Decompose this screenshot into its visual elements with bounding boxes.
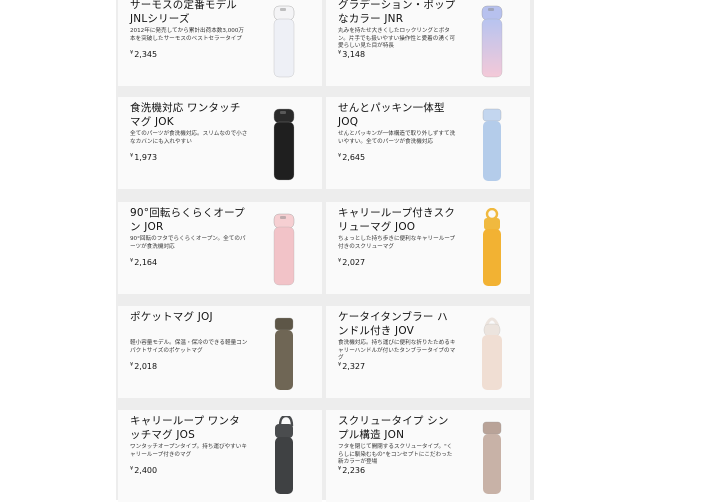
- price-value: 2,018: [134, 362, 158, 371]
- currency-symbol: ¥: [338, 362, 342, 368]
- bottle-image[interactable]: [480, 103, 504, 183]
- product-price: ¥2,345: [130, 50, 157, 59]
- product-price: ¥2,645: [338, 153, 365, 162]
- currency-symbol: ¥: [338, 153, 342, 159]
- product-card[interactable]: 食洗機対応 ワンタッチマグ JOK 全てのパーツが食洗機対応。スリムなので小さな…: [118, 97, 322, 189]
- bottle-image[interactable]: [272, 103, 296, 183]
- product-price: ¥2,164: [130, 258, 157, 267]
- price-value: 2,236: [342, 466, 366, 475]
- product-price: ¥2,027: [338, 258, 365, 267]
- product-title[interactable]: キャリーループ付きスクリューマグ JOO: [338, 206, 456, 234]
- product-description: 90°回転のフタでらくらくオープン。全てのパーツが食洗機対応: [130, 236, 246, 250]
- product-title[interactable]: サーモスの定番モデル JNLシリーズ: [130, 0, 248, 26]
- product-description: 食洗機対応。持ち運びに便利な折りたためるキャリーハンドルが付いたタンブラータイプ…: [338, 340, 456, 362]
- currency-symbol: ¥: [130, 466, 134, 472]
- currency-symbol: ¥: [130, 362, 134, 368]
- price-value: 3,148: [342, 50, 366, 59]
- product-description: ちょっとした持ち歩きに便利なキャリーループ付きのスクリューマグ: [338, 236, 456, 250]
- product-title[interactable]: ポケットマグ JOJ: [130, 310, 248, 324]
- product-description: 2012年に発売してから累計出荷本数3,000万本を突破したサーモスのベストセラ…: [130, 28, 244, 42]
- bottle-image[interactable]: [272, 416, 296, 496]
- product-card[interactable]: キャリーループ ワンタッチマグ JOS ワンタッチオープンタイプ。持ち運びやすい…: [118, 410, 322, 502]
- bottle-image[interactable]: [272, 0, 296, 80]
- product-card[interactable]: ポケットマグ JOJ 軽小容量モデル。保温・保冷のできる軽量コンパクトサイズのポ…: [118, 306, 322, 398]
- product-description: 全てのパーツが食洗機対応。スリムなので小さなカバンにも入れやすい: [130, 131, 248, 145]
- product-card[interactable]: スクリュータイプ シンプル構造 JON フタを閉じて開閉するスクリュータイプ。"…: [326, 410, 530, 502]
- product-card[interactable]: グラデーション・ポップなカラー JNR 丸みを持たせ大きくしたロックリングとボタ…: [326, 0, 530, 86]
- product-price: ¥1,973: [130, 153, 157, 162]
- price-value: 2,345: [134, 50, 158, 59]
- product-price: ¥2,327: [338, 362, 365, 371]
- currency-symbol: ¥: [130, 50, 134, 56]
- product-price: ¥2,018: [130, 362, 157, 371]
- currency-symbol: ¥: [130, 258, 134, 264]
- bottle-image[interactable]: [480, 208, 504, 288]
- product-title[interactable]: スクリュータイプ シンプル構造 JON: [338, 414, 456, 442]
- product-description: せんとパッキンが一体構造で取り外しずすて洗いやすい。全てのパーツが食洗機対応: [338, 131, 456, 145]
- product-description: 軽小容量モデル。保温・保冷のできる軽量コンパクトサイズのポケットマグ: [130, 340, 248, 354]
- product-card[interactable]: せんとパッキン一体型 JOQ せんとパッキンが一体構造で取り外しずすて洗いやすい…: [326, 97, 530, 189]
- product-title[interactable]: ケータイタンブラー ハンドル付き JOV: [338, 310, 456, 338]
- product-price: ¥2,236: [338, 466, 365, 475]
- price-value: 2,645: [342, 153, 366, 162]
- product-title[interactable]: グラデーション・ポップなカラー JNR: [338, 0, 456, 26]
- bottle-image[interactable]: [272, 312, 296, 392]
- product-card[interactable]: キャリーループ付きスクリューマグ JOO ちょっとした持ち歩きに便利なキャリール…: [326, 202, 530, 294]
- product-description: ワンタッチオープンタイプ。持ち運びやすいキャリーループ付きのマグ: [130, 444, 247, 458]
- product-title[interactable]: キャリーループ ワンタッチマグ JOS: [130, 414, 248, 442]
- price-value: 2,027: [342, 258, 366, 267]
- price-value: 1,973: [134, 153, 158, 162]
- bottle-image[interactable]: [480, 416, 504, 496]
- product-description: フタを閉じて開閉するスクリュータイプ。"くらしに馴染むもの"をコンセプトにこだわ…: [338, 444, 453, 466]
- price-value: 2,327: [342, 362, 366, 371]
- product-price: ¥3,148: [338, 50, 365, 59]
- currency-symbol: ¥: [130, 153, 134, 159]
- product-description: 丸みを持たせ大きくしたロックリングとボタン。片手でも扱いやすい操作性と愛着の湧く…: [338, 28, 456, 50]
- bottle-image[interactable]: [480, 0, 504, 80]
- product-card[interactable]: サーモスの定番モデル JNLシリーズ 2012年に発売してから累計出荷本数3,0…: [118, 0, 322, 86]
- currency-symbol: ¥: [338, 50, 342, 56]
- product-card[interactable]: ケータイタンブラー ハンドル付き JOV 食洗機対応。持ち運びに便利な折りたため…: [326, 306, 530, 398]
- bottle-image[interactable]: [272, 208, 296, 288]
- bottle-image[interactable]: [480, 312, 504, 392]
- product-title[interactable]: せんとパッキン一体型 JOQ: [338, 101, 456, 129]
- product-card[interactable]: 90°回転らくらくオープン JOR 90°回転のフタでらくらくオープン。全てのパ…: [118, 202, 322, 294]
- product-title[interactable]: 90°回転らくらくオープン JOR: [130, 206, 248, 234]
- price-value: 2,400: [134, 466, 158, 475]
- product-price: ¥2,400: [130, 466, 157, 475]
- currency-symbol: ¥: [338, 258, 342, 264]
- currency-symbol: ¥: [338, 466, 342, 472]
- price-value: 2,164: [134, 258, 158, 267]
- product-title[interactable]: 食洗機対応 ワンタッチマグ JOK: [130, 101, 248, 129]
